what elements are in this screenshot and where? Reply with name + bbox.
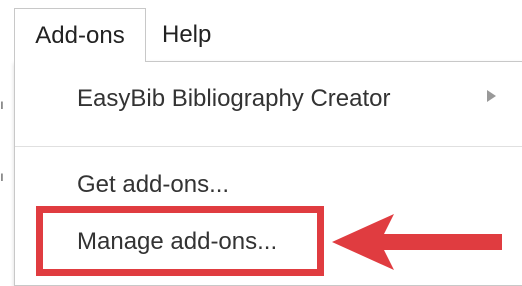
menu-item-easybib[interactable]: EasyBib Bibliography Creator — [77, 85, 391, 113]
background-edge-fragment: ı — [0, 96, 4, 112]
submenu-arrow-icon — [487, 90, 496, 102]
menu-item-get-addons[interactable]: Get add-ons... — [77, 171, 229, 199]
menu-help[interactable]: Help — [162, 8, 232, 62]
menu-bar: Add-ons Help — [0, 0, 522, 62]
red-arrow-icon — [332, 214, 502, 270]
menu-separator — [15, 146, 522, 147]
background-edge-fragment: ı — [0, 168, 4, 184]
annotation-highlight-box — [36, 206, 324, 276]
menu-addons[interactable]: Add-ons — [14, 8, 146, 62]
